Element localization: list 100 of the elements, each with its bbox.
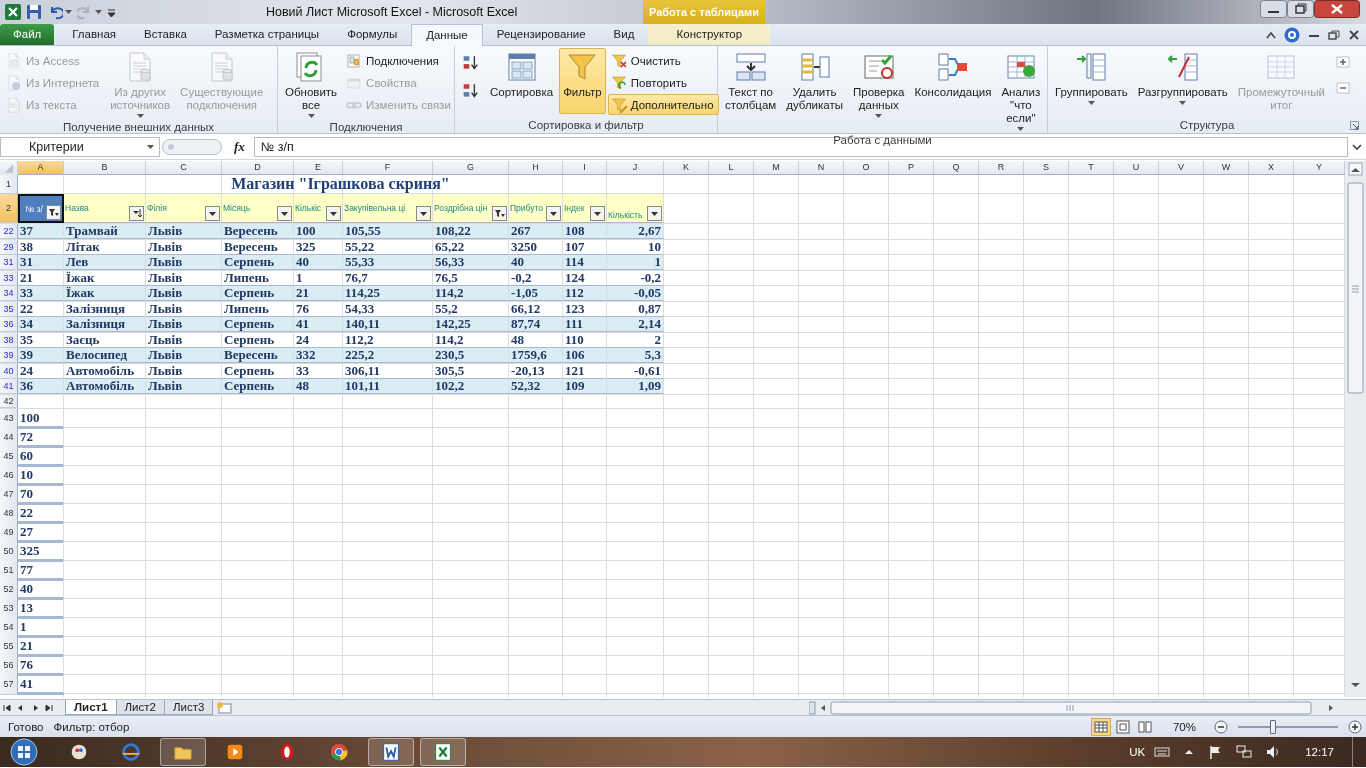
filter-button[interactable] xyxy=(416,206,431,221)
ribbon-tab[interactable]: Конструктор xyxy=(648,24,771,45)
header-cell[interactable]: Кількість xyxy=(607,194,664,223)
sort-ascending-icon[interactable] xyxy=(462,54,480,72)
zoom-slider-handle[interactable] xyxy=(1270,719,1276,734)
column-header[interactable]: B xyxy=(64,161,146,175)
row-header[interactable]: 48 xyxy=(0,503,18,524)
ribbon-tab[interactable]: Формулы xyxy=(333,24,412,45)
ribbon-tab[interactable]: Данные xyxy=(411,24,483,46)
row-header[interactable]: 36 xyxy=(0,317,18,332)
column-header[interactable]: S xyxy=(1024,161,1069,175)
column-header[interactable]: E xyxy=(294,161,343,175)
hide-detail-icon[interactable] xyxy=(1334,80,1351,96)
row-header[interactable]: 49 xyxy=(0,522,18,543)
row-header[interactable]: 55 xyxy=(0,636,18,657)
row-header[interactable]: 39 xyxy=(0,348,18,363)
ribbon-button[interactable]: Обновить все xyxy=(281,48,342,121)
ribbon-button[interactable]: Консолидация xyxy=(910,48,996,114)
show-hidden-icons-button[interactable] xyxy=(1184,747,1195,757)
close-button[interactable] xyxy=(1314,0,1360,18)
column-header[interactable]: C xyxy=(146,161,222,175)
column-header[interactable]: O xyxy=(844,161,889,175)
row-header[interactable]: 51 xyxy=(0,560,18,581)
keyboard-icon[interactable] xyxy=(1154,746,1171,758)
vertical-scrollbar[interactable] xyxy=(1345,161,1366,697)
ribbon-tab[interactable]: Вставка xyxy=(130,24,201,45)
ribbon-button[interactable]: Фильтр xyxy=(559,48,606,114)
row-header[interactable]: 54 xyxy=(0,617,18,638)
column-header[interactable]: Q xyxy=(934,161,979,175)
show-detail-icon[interactable] xyxy=(1334,54,1351,70)
flag-icon[interactable] xyxy=(1208,745,1223,759)
filter-button[interactable] xyxy=(492,206,507,221)
ribbon-button[interactable]: Проверка данных xyxy=(849,48,909,121)
column-header[interactable]: M xyxy=(754,161,799,175)
filter-button[interactable] xyxy=(590,206,605,221)
taskbar-button[interactable] xyxy=(368,738,414,766)
column-header[interactable]: H xyxy=(509,161,563,175)
ribbon-button[interactable]: Дополнительно xyxy=(607,94,719,115)
ribbon-button[interactable]: Удалить дубликаты xyxy=(782,48,847,115)
row-header[interactable]: 45 xyxy=(0,446,18,467)
filter-button[interactable] xyxy=(129,206,144,221)
filter-button[interactable] xyxy=(277,206,292,221)
row-header[interactable]: 50 xyxy=(0,541,18,562)
help-icon[interactable] xyxy=(1284,26,1300,43)
ribbon-button[interactable]: Текст по столбцам xyxy=(721,48,781,115)
zoom-in-button[interactable] xyxy=(1348,719,1362,734)
ribbon-tab[interactable]: Вид xyxy=(599,24,649,45)
language-indicator[interactable]: UK xyxy=(1129,746,1146,758)
taskbar-button[interactable] xyxy=(420,738,466,766)
column-header[interactable]: P xyxy=(889,161,934,175)
column-header[interactable]: I xyxy=(563,161,607,175)
file-tab[interactable]: Файл xyxy=(0,24,55,45)
row-header[interactable]: 31 xyxy=(0,255,18,270)
column-header[interactable]: W xyxy=(1204,161,1249,175)
sheet-tab[interactable]: Лист3 xyxy=(163,700,214,715)
row-header[interactable]: 56 xyxy=(0,655,18,676)
clock[interactable]: 12:17 xyxy=(1305,746,1334,758)
ribbon-button[interactable]: Сортировка xyxy=(486,48,558,114)
close-icon[interactable] xyxy=(1348,29,1360,40)
ribbon-tab[interactable]: Главная xyxy=(58,24,131,45)
excel-icon[interactable] xyxy=(5,4,21,20)
row-header[interactable]: 22 xyxy=(0,224,18,239)
column-header[interactable]: X xyxy=(1249,161,1294,175)
row-header[interactable]: 2 xyxy=(0,194,18,223)
row-header[interactable]: 43 xyxy=(0,408,18,429)
sheet-tab[interactable]: Лист1 xyxy=(65,700,117,715)
minimize-button[interactable] xyxy=(1260,0,1287,18)
row-header[interactable]: 44 xyxy=(0,427,18,448)
insert-function-button[interactable]: fx xyxy=(234,138,245,155)
collapse-ribbon-icon[interactable] xyxy=(1266,30,1276,39)
zoom-out-button[interactable] xyxy=(1214,719,1228,734)
filter-button[interactable] xyxy=(647,206,662,221)
column-header[interactable]: R xyxy=(979,161,1024,175)
ribbon-button[interactable]: Очистить xyxy=(607,50,719,71)
row-header[interactable]: 57 xyxy=(0,674,18,695)
column-header[interactable]: L xyxy=(709,161,754,175)
ribbon-tab[interactable]: Рецензирование xyxy=(482,24,600,45)
header-cell[interactable]: Назва xyxy=(64,194,146,223)
column-header[interactable]: J xyxy=(607,161,664,175)
header-cell[interactable]: Індек xyxy=(563,194,607,223)
ribbon-button[interactable]: Анализ "что если" xyxy=(997,48,1045,134)
column-header[interactable]: V xyxy=(1159,161,1204,175)
row-header[interactable]: 1 xyxy=(0,175,18,194)
header-cell[interactable]: Філія xyxy=(146,194,222,223)
filter-button[interactable] xyxy=(326,206,341,221)
column-header[interactable]: N xyxy=(799,161,844,175)
row-header[interactable]: 52 xyxy=(0,579,18,600)
ribbon-tab[interactable]: Разметка страницы xyxy=(200,24,334,45)
row-header[interactable]: 34 xyxy=(0,286,18,301)
taskbar-button[interactable] xyxy=(160,738,206,766)
header-cell[interactable]: Закупівельна ці xyxy=(343,194,433,223)
ribbon-button[interactable]: Разгруппировать xyxy=(1133,48,1232,114)
header-cell[interactable]: Кількіс xyxy=(294,194,343,223)
restore-icon[interactable] xyxy=(1328,29,1340,40)
header-cell[interactable]: Прибуто xyxy=(509,194,563,223)
sort-descending-icon[interactable] xyxy=(462,82,480,100)
dialog-launcher-icon[interactable] xyxy=(1350,121,1359,130)
filter-button[interactable] xyxy=(46,205,61,220)
row-header[interactable]: 46 xyxy=(0,465,18,486)
normal-view-button[interactable] xyxy=(1090,717,1111,736)
